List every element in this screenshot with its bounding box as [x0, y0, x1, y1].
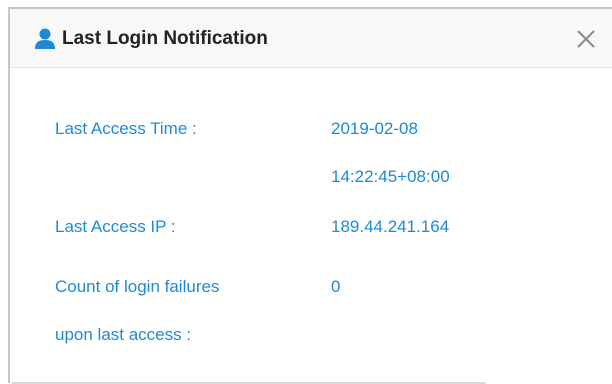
dialog-title: Last Login Notification: [62, 28, 268, 49]
last-access-time-label: Last Access Time :: [55, 119, 197, 138]
login-failures-label-line2: upon last access :: [55, 325, 192, 344]
user-icon: [34, 28, 56, 49]
login-failures-count-value: 0: [331, 277, 341, 296]
close-icon[interactable]: [576, 29, 596, 49]
last-access-ip-label: Last Access IP :: [55, 217, 176, 236]
last-access-time-value: 14:22:45+08:00: [331, 167, 450, 186]
last-access-date-value: 2019-02-08: [331, 119, 418, 138]
last-login-dialog: Last Login Notification Last Access Time…: [8, 7, 612, 384]
last-access-ip-value: 189.44.241.164: [331, 217, 450, 236]
dialog-header: Last Login Notification: [10, 9, 612, 68]
login-failures-label-line1: Count of login failures: [55, 277, 220, 296]
